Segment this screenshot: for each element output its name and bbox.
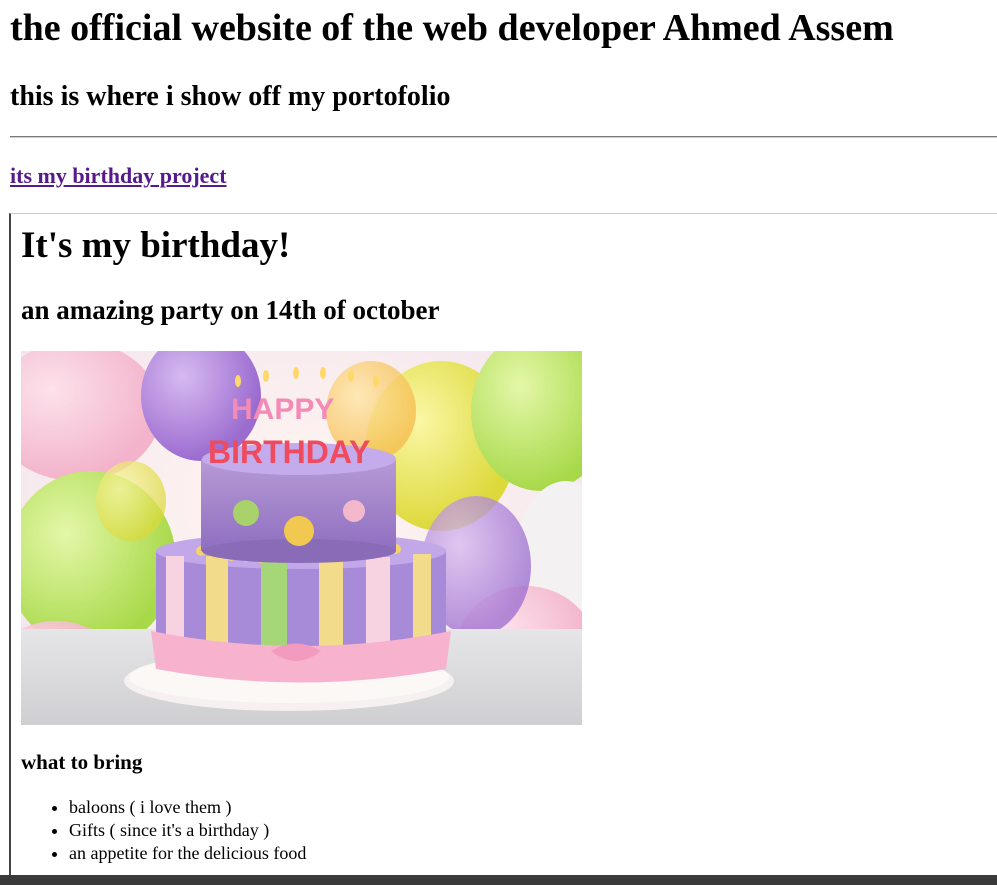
birthday-project-link[interactable]: its my birthday project	[10, 162, 227, 190]
bring-list: baloons ( i love them ) Gifts ( since it…	[21, 796, 306, 865]
list-item: an appetite for the delicious food	[69, 842, 306, 865]
site-title: the official website of the web develope…	[10, 7, 894, 49]
birthday-candle-text: BIRTHDAY	[208, 434, 370, 470]
birthday-heading: It's my birthday!	[21, 225, 291, 266]
birthday-cake-image: HAPPY BIRTHDAY	[21, 351, 582, 725]
party-subheading: an amazing party on 14th of october	[21, 295, 440, 325]
list-item: Gifts ( since it's a birthday )	[69, 819, 306, 842]
list-item: baloons ( i love them )	[69, 796, 306, 819]
what-to-bring-heading: what to bring	[21, 750, 143, 774]
embedded-project-frame[interactable]: It's my birthday! an amazing party on 14…	[9, 213, 997, 885]
horizontal-divider	[10, 136, 997, 138]
happy-candle-text: HAPPY	[231, 393, 334, 426]
site-subtitle: this is where i show off my portofolio	[10, 81, 451, 112]
status-bar	[0, 875, 997, 885]
page: the official website of the web develope…	[0, 0, 997, 885]
